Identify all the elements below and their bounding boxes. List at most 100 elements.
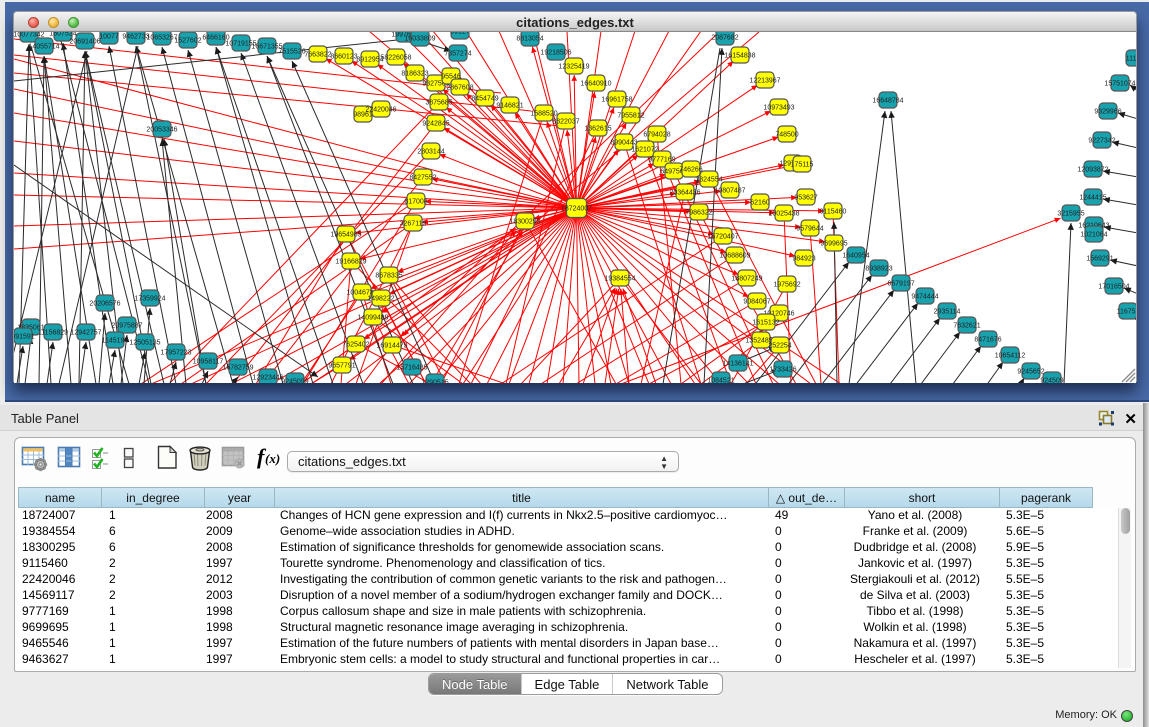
- svg-text:6794028: 6794028: [643, 132, 670, 139]
- svg-text:20975887: 20975887: [111, 323, 142, 330]
- svg-text:16782759: 16782759: [222, 365, 253, 372]
- svg-text:19218506: 19218506: [540, 50, 571, 57]
- svg-text:18300295: 18300295: [509, 219, 540, 226]
- svg-text:62160: 62160: [750, 200, 770, 207]
- svg-text:99127: 99127: [450, 32, 470, 36]
- svg-text:7515526: 7515526: [278, 49, 305, 56]
- svg-text:15751074: 15751074: [1104, 81, 1135, 88]
- svg-text:12942757: 12942757: [70, 330, 101, 337]
- svg-text:10077: 10077: [99, 34, 119, 41]
- svg-text:9245099: 9245099: [281, 379, 308, 384]
- svg-text:1290515: 1290515: [421, 380, 448, 384]
- svg-text:17016504: 17016504: [1098, 284, 1129, 291]
- svg-text:16033809: 16033809: [404, 36, 435, 43]
- svg-text:2803144: 2803144: [417, 149, 444, 156]
- svg-text:391591: 391591: [14, 334, 35, 341]
- svg-text:9329966: 9329966: [1094, 109, 1121, 116]
- svg-text:175115: 175115: [791, 162, 814, 169]
- svg-text:17957223: 17957223: [160, 350, 191, 357]
- svg-text:1527602: 1527602: [174, 38, 201, 45]
- svg-text:9245652: 9245652: [1017, 369, 1044, 376]
- svg-text:9579644: 9579644: [796, 226, 823, 233]
- svg-text:8454749: 8454749: [471, 96, 498, 103]
- svg-text:10025438: 10025438: [768, 211, 799, 218]
- svg-text:953627: 953627: [794, 195, 817, 202]
- svg-text:17359924: 17359924: [134, 296, 165, 303]
- svg-text:748500: 748500: [775, 132, 798, 139]
- svg-text:20053346: 20053346: [146, 127, 177, 134]
- svg-text:8813054: 8813054: [516, 36, 543, 43]
- svg-text:1021064: 1021064: [1080, 232, 1107, 239]
- svg-text:2935114: 2935114: [934, 309, 961, 316]
- svg-text:19166829: 19166829: [335, 259, 366, 266]
- svg-text:2867608: 2867608: [446, 85, 473, 92]
- svg-text:12505135: 12505135: [129, 340, 160, 347]
- svg-text:9146821: 9146821: [496, 103, 523, 110]
- svg-text:9084067: 9084067: [743, 299, 770, 306]
- svg-text:8471676: 8471676: [974, 337, 1001, 344]
- svg-text:9699695: 9699695: [820, 241, 847, 248]
- svg-text:12213967: 12213967: [749, 78, 780, 85]
- svg-text:7663822: 7663822: [304, 52, 331, 59]
- svg-text:20364436: 20364436: [669, 190, 700, 197]
- svg-text:1244415: 1244415: [1079, 195, 1106, 202]
- svg-text:14136141: 14136141: [722, 361, 753, 368]
- svg-text:3875685: 3875685: [425, 100, 452, 107]
- svg-text:16640910: 16640910: [580, 81, 611, 88]
- svg-text:16961758: 16961758: [601, 97, 632, 104]
- svg-text:11156829: 11156829: [38, 330, 68, 337]
- svg-text:3824554: 3824554: [695, 177, 722, 184]
- svg-text:11123: 11123: [1126, 56, 1136, 63]
- svg-text:7625402: 7625402: [342, 342, 369, 349]
- svg-text:8678335: 8678335: [375, 273, 402, 280]
- svg-text:15716485: 15716485: [396, 365, 427, 372]
- svg-text:(x): (x): [265, 451, 280, 466]
- svg-text:18724007: 18724007: [561, 206, 592, 213]
- svg-text:1569291: 1569291: [1086, 256, 1113, 263]
- svg-text:252254: 252254: [768, 343, 791, 350]
- svg-text:8822037: 8822037: [552, 119, 579, 126]
- svg-text:19654985: 19654985: [330, 232, 361, 239]
- svg-text:8660123: 8660123: [330, 54, 357, 61]
- svg-text:8186323: 8186323: [401, 71, 428, 78]
- svg-text:3267119: 3267119: [400, 221, 427, 228]
- svg-text:10973493: 10973493: [763, 105, 794, 112]
- svg-text:10688609: 10688609: [719, 253, 750, 260]
- svg-text:6679197: 6679197: [887, 281, 914, 288]
- svg-text:1807524: 1807524: [49, 32, 76, 38]
- svg-text:817008: 817008: [404, 199, 427, 206]
- svg-text:10958117: 10958117: [193, 359, 224, 366]
- svg-text:20691406: 20691406: [69, 39, 100, 46]
- svg-text:18807249: 18807249: [731, 276, 762, 283]
- svg-text:8938923: 8938923: [865, 266, 892, 273]
- svg-text:3215955: 3215955: [1057, 211, 1084, 218]
- svg-text:10807487: 10807487: [714, 188, 745, 195]
- svg-text:12093872: 12093872: [1077, 167, 1108, 174]
- svg-text:9242845: 9242845: [422, 121, 449, 128]
- svg-text:20206576: 20206576: [89, 301, 120, 308]
- svg-text:2087682: 2087682: [711, 35, 738, 42]
- svg-text:1362615: 1362615: [584, 126, 611, 133]
- svg-text:15720407: 15720407: [707, 234, 738, 241]
- svg-text:1084521: 1084521: [707, 378, 734, 384]
- svg-text:10654112: 10654112: [995, 353, 1026, 360]
- svg-text:8427552: 8427552: [409, 175, 436, 182]
- svg-text:746266: 746266: [679, 167, 702, 174]
- svg-text:14099489: 14099489: [357, 315, 388, 322]
- svg-text:1640954: 1640954: [842, 253, 869, 260]
- svg-text:1498222: 1498222: [367, 296, 394, 303]
- svg-text:1588520: 1588520: [530, 111, 557, 118]
- svg-text:7955812: 7955812: [617, 113, 644, 120]
- svg-text:12325419: 12325419: [558, 64, 589, 71]
- svg-text:19384554: 19384554: [604, 276, 635, 283]
- svg-text:7632621: 7632621: [953, 323, 980, 330]
- svg-text:1145194: 1145194: [102, 338, 129, 345]
- svg-text:1975692: 1975692: [773, 282, 800, 289]
- svg-text:58226058: 58226058: [380, 55, 411, 62]
- svg-text:9474444: 9474444: [911, 294, 938, 301]
- svg-text:7357274: 7357274: [444, 51, 471, 58]
- svg-text:9115460: 9115460: [820, 209, 847, 216]
- svg-text:12923446: 12923446: [252, 375, 283, 382]
- svg-text:924509: 924509: [1040, 378, 1063, 384]
- svg-text:1733426: 1733426: [769, 367, 796, 374]
